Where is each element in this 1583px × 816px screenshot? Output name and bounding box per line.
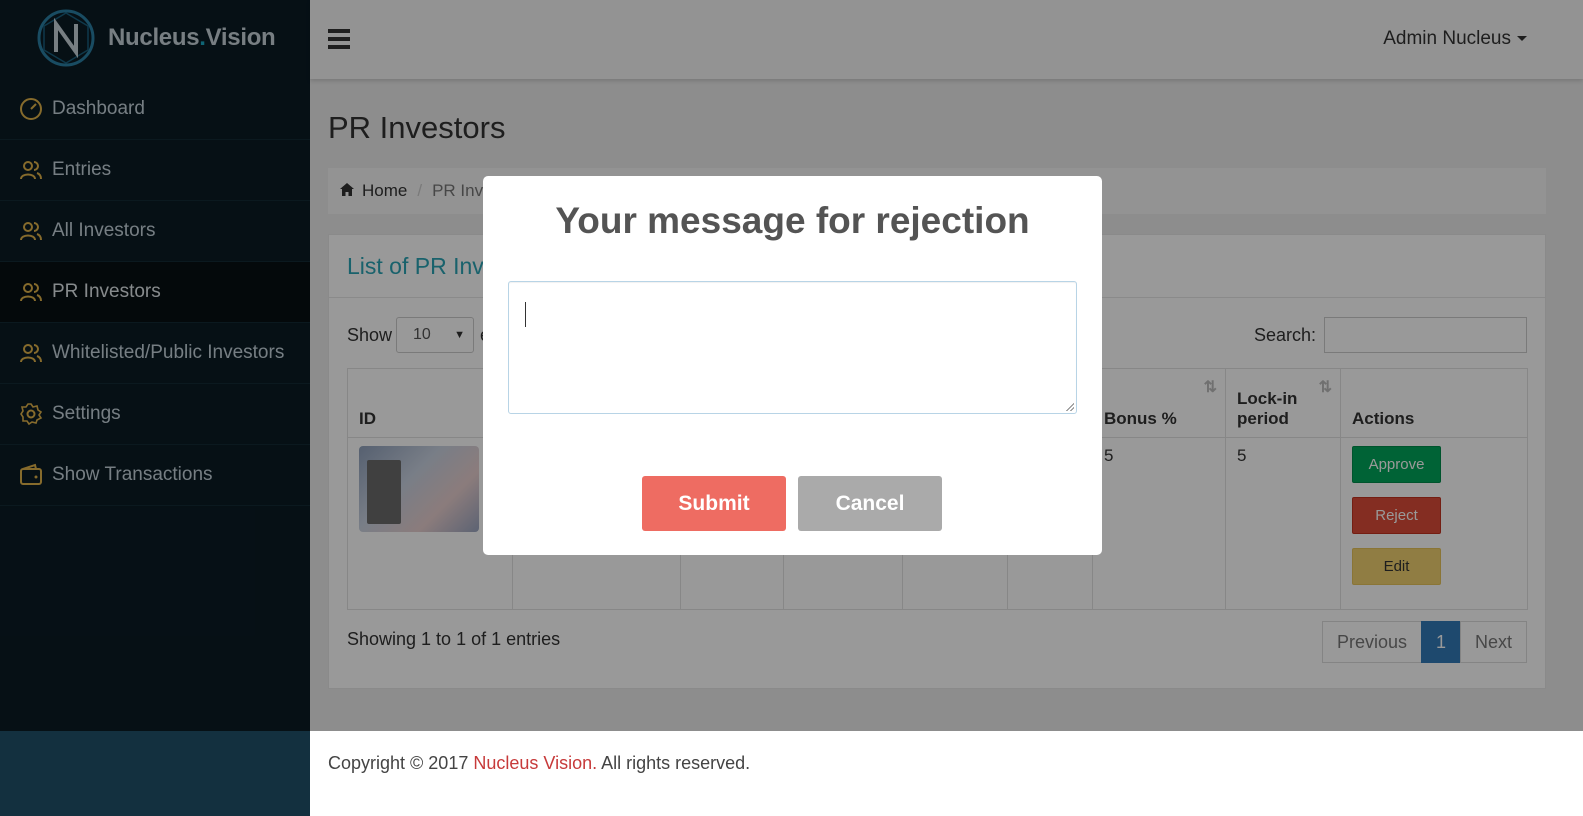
page-footer: Copyright © 2017 Nucleus Vision. All rig… <box>310 731 1583 816</box>
rejection-modal: Your message for rejection Submit Cancel <box>483 176 1102 555</box>
rejection-message-textarea[interactable] <box>508 281 1077 414</box>
modal-title: Your message for rejection <box>555 200 1030 241</box>
text-cursor <box>525 302 526 327</box>
copyright-text: Copyright © 2017 Nucleus Vision. All rig… <box>328 753 751 773</box>
sidebar-footer <box>0 731 310 816</box>
resize-handle-icon[interactable] <box>1066 403 1074 411</box>
footer-brand-link[interactable]: Nucleus Vision. <box>473 753 597 773</box>
cancel-button[interactable]: Cancel <box>798 476 942 531</box>
submit-button[interactable]: Submit <box>642 476 786 531</box>
